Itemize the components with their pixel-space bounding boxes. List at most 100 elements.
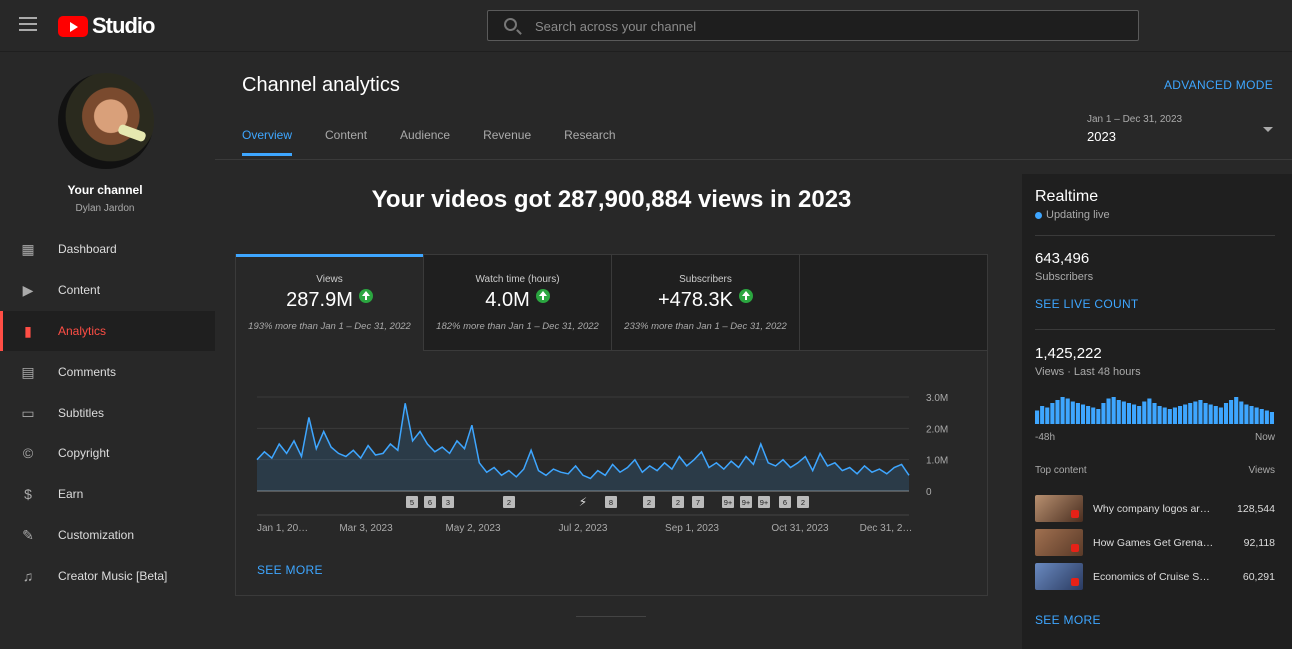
overview-headline: Your videos got 287,900,884 views in 202… — [371, 186, 852, 213]
realtime-bar — [1239, 401, 1244, 424]
y-tick-label: 0 — [926, 487, 932, 498]
search-icon — [504, 18, 517, 31]
date-range: Jan 1 – Dec 31, 2023 — [1087, 114, 1183, 125]
video-marker[interactable]: 2 — [643, 496, 655, 508]
video-views: 128,544 — [1237, 503, 1275, 515]
chevron-down-icon — [1263, 127, 1273, 132]
top-content-item[interactable]: How Games Get Grenade… 92,118 — [1035, 529, 1275, 557]
marker-label: 9+ — [742, 498, 751, 507]
channel-avatar[interactable] — [58, 73, 154, 169]
video-marker[interactable]: 9+ — [758, 496, 770, 508]
sidebar-item-customization[interactable]: ✎ Customization — [0, 515, 215, 556]
video-marker[interactable]: 9+ — [722, 496, 734, 508]
video-marker[interactable]: 2 — [797, 496, 809, 508]
see-more-button[interactable]: SEE MORE — [257, 563, 323, 577]
realtime-bar — [1172, 407, 1177, 424]
video-title: Economics of Cruise Shi… — [1093, 571, 1215, 583]
video-marker[interactable]: 8 — [605, 496, 617, 508]
sidebar-item-content[interactable]: ▶ Content — [0, 270, 215, 311]
realtime-bar — [1075, 403, 1080, 424]
see-live-count-button[interactable]: SEE LIVE COUNT — [1035, 297, 1139, 311]
video-marker[interactable]: 7 — [692, 496, 704, 508]
arrow-up-icon — [535, 289, 550, 303]
shorts-icon: ⚡ — [579, 495, 587, 509]
tab-research[interactable]: Research — [564, 128, 615, 156]
realtime-status: Updating live — [1035, 209, 1110, 221]
menu-icon[interactable] — [19, 17, 37, 31]
live-dot-icon — [1035, 211, 1042, 219]
realtime-bar — [1070, 401, 1075, 424]
video-marker[interactable]: ⚡ — [579, 495, 587, 509]
tab-revenue[interactable]: Revenue — [483, 128, 531, 156]
metric-value: +478.3K — [657, 289, 734, 311]
y-tick-label: 3.0M — [926, 393, 948, 404]
marker-label: 2 — [647, 498, 651, 507]
video-marker[interactable]: 6 — [424, 496, 436, 508]
sidebar-item-dashboard[interactable]: ▦ Dashboard — [0, 229, 215, 270]
x-tick-label: Jul 2, 2023 — [559, 523, 608, 534]
realtime-bar — [1259, 409, 1264, 424]
video-marker[interactable]: 6 — [779, 496, 791, 508]
page-title: Channel analytics — [242, 74, 400, 96]
video-thumbnail — [1035, 563, 1083, 590]
sidebar-item-copyright[interactable]: © Copyright — [0, 433, 215, 474]
x-tick-label: May 2, 2023 — [445, 523, 500, 534]
search-box[interactable] — [487, 10, 1139, 41]
realtime-bar — [1213, 406, 1218, 424]
realtime-title: Realtime — [1035, 188, 1099, 205]
realtime-bar — [1183, 404, 1188, 424]
sidebar-item-earn[interactable]: $ Earn — [0, 474, 215, 515]
video-marker[interactable]: 2 — [672, 496, 684, 508]
realtime-bar-chart[interactable] — [1035, 392, 1275, 426]
analytics-tabs: Overview Content Audience Revenue Resear… — [242, 128, 649, 156]
metric-subscribers[interactable]: Subscribers +478.3K 233% more than Jan 1… — [612, 255, 800, 351]
sidebar-item-creator-music[interactable]: ♫ Creator Music [Beta] — [0, 555, 215, 596]
marker-label: 6 — [428, 498, 432, 507]
realtime-bar — [1147, 398, 1152, 424]
realtime-bar — [1249, 406, 1254, 424]
marker-label: 5 — [410, 498, 414, 507]
sidebar-item-subtitles[interactable]: ▭ Subtitles — [0, 392, 215, 433]
views-chart[interactable]: 0 1.0M 2.0M 3.0M 5 6 3 2 ⚡ 8 2 2 7 9+ 9+ 9+ 6 2 Jan 1, 20…… — [236, 351, 987, 541]
realtime-bar — [1218, 407, 1223, 424]
divider — [1035, 329, 1275, 330]
realtime-panel: Realtime Updating live 643,496 Subscribe… — [1022, 174, 1292, 649]
metric-value-wrap: 287.9M — [236, 289, 423, 312]
views-area — [257, 403, 909, 491]
realtime-subscribers-label: Subscribers — [1035, 271, 1094, 283]
video-title: How Games Get Grenade… — [1093, 537, 1215, 549]
video-marker[interactable]: 3 — [442, 496, 454, 508]
video-marker[interactable]: 2 — [503, 496, 515, 508]
video-marker[interactable]: 5 — [406, 496, 418, 508]
tab-overview[interactable]: Overview — [242, 128, 293, 156]
realtime-bar — [1040, 406, 1045, 424]
realtime-see-more-button[interactable]: SEE MORE — [1035, 613, 1101, 627]
metric-views[interactable]: Views 287.9M 193% more than Jan 1 – Dec … — [236, 254, 424, 351]
top-content-item[interactable]: Economics of Cruise Shi… 60,291 — [1035, 563, 1275, 591]
creator-music-icon: ♫ — [22, 567, 34, 584]
realtime-bar — [1152, 403, 1157, 424]
marker-label: 2 — [507, 498, 511, 507]
video-marker[interactable]: 9+ — [740, 496, 752, 508]
tab-content[interactable]: Content — [325, 128, 367, 156]
realtime-bar — [1167, 409, 1172, 424]
top-content-item[interactable]: Why company logos are… 128,544 — [1035, 495, 1275, 523]
sidebar-item-comments[interactable]: ▤ Comments — [0, 351, 215, 392]
metric-label: Watch time (hours) — [475, 274, 560, 285]
advanced-mode-button[interactable]: ADVANCED MODE — [1164, 78, 1273, 92]
realtime-bar — [1106, 398, 1111, 424]
realtime-bar — [1116, 400, 1121, 424]
sidebar-nav: ▦ Dashboard ▶ Content ▮ Analytics ▤ Comm… — [0, 229, 215, 596]
search-input[interactable] — [535, 17, 1115, 35]
sidebar-item-label: Copyright — [58, 446, 110, 461]
tab-audience[interactable]: Audience — [400, 128, 450, 156]
metric-watch-time[interactable]: Watch time (hours) 4.0M 182% more than J… — [424, 255, 612, 351]
sidebar-item-analytics[interactable]: ▮ Analytics — [0, 310, 215, 352]
realtime-bar — [1045, 407, 1050, 424]
realtime-views-label: Views · Last 48 hours — [1035, 366, 1141, 378]
overview-card: Views 287.9M 193% more than Jan 1 – Dec … — [235, 254, 988, 596]
realtime-bar — [1111, 397, 1116, 424]
studio-logo[interactable]: Studio — [58, 13, 155, 39]
realtime-bar — [1223, 403, 1229, 424]
metric-label: Subscribers — [679, 274, 732, 285]
